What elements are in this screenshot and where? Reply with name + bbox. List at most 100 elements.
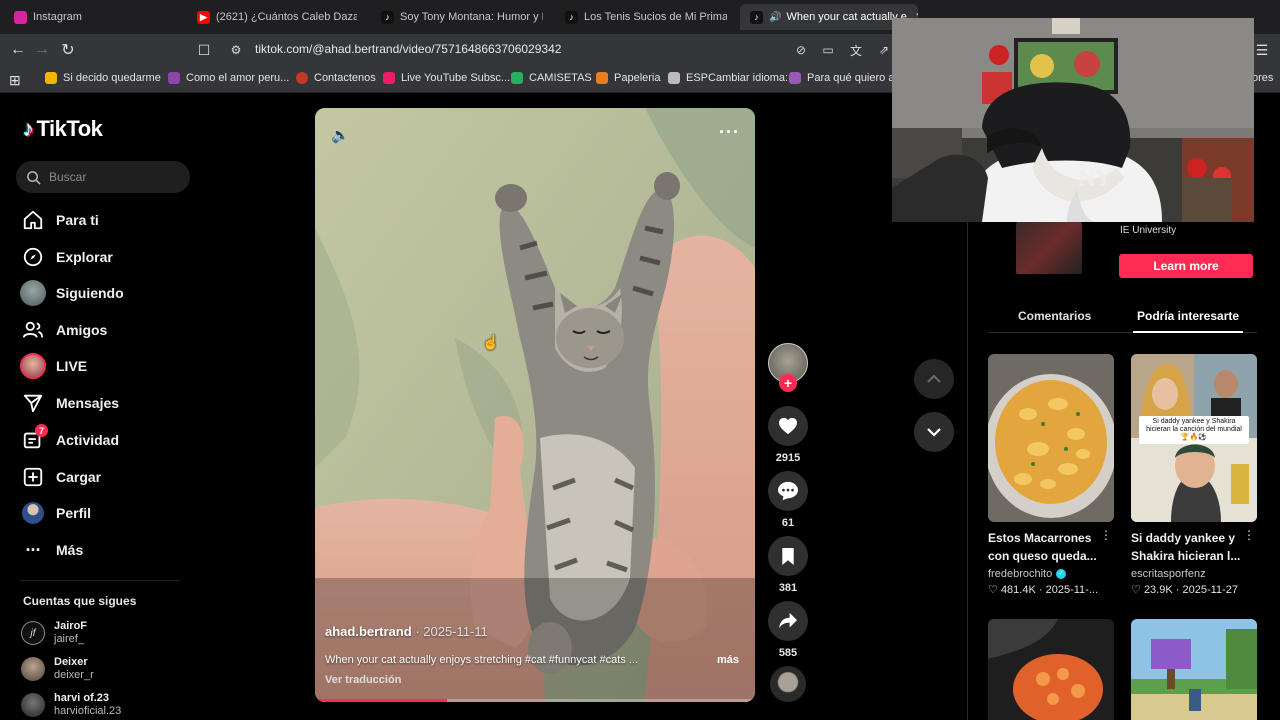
caption-more-button[interactable]: más — [717, 654, 739, 666]
translate-button[interactable]: Ver traducción — [325, 674, 401, 686]
home-icon — [20, 207, 46, 233]
apps-grid-icon[interactable]: ⊞ — [9, 72, 21, 89]
tab-podria-interesarte[interactable]: Podría interesarte — [1137, 309, 1239, 323]
share-button[interactable]: 585 — [768, 601, 808, 659]
bookmark-label: Contactenos — [314, 72, 376, 84]
reload-icon[interactable]: ↻ — [58, 40, 78, 60]
nav-explorar[interactable]: Explorar — [20, 243, 113, 271]
bookmark-favicon — [511, 72, 523, 84]
following-account[interactable]: harvi of.23 harvioficial.23 — [21, 692, 121, 718]
bookmark-item[interactable]: ESPCambiar idioma: — [668, 72, 788, 84]
video-caption: When your cat actually enjoys stretching… — [325, 654, 639, 666]
more-options-icon[interactable]: ··· — [719, 122, 740, 143]
comment-icon — [768, 471, 808, 511]
video-progress-bar[interactable] — [315, 699, 755, 702]
suggested-video-card[interactable]: Si daddy yankee y Shakira hicieran la ca… — [1131, 354, 1257, 596]
sound-disc-button[interactable] — [768, 666, 808, 702]
address-bar[interactable]: tiktok.com/@ahad.bertrand/video/75716486… — [255, 42, 561, 56]
creator-avatar-button[interactable]: + — [768, 343, 808, 392]
card-options-icon[interactable]: ⋮ — [1100, 528, 1112, 542]
nav-para-ti[interactable]: Para ti — [20, 206, 99, 234]
yankees-cap-logo: NY — [1078, 166, 1111, 190]
nav-mensajes[interactable]: Mensajes — [20, 389, 119, 417]
following-account[interactable]: jf JairoF jairef_ — [21, 620, 87, 646]
bookmark-favicon — [596, 72, 608, 84]
forward-icon[interactable]: → — [32, 40, 52, 60]
back-icon[interactable]: ← — [8, 40, 28, 60]
tiktok-logo[interactable]: ♪ TikTok — [23, 116, 103, 142]
bookmark-item[interactable]: Para qué quiero asp — [789, 72, 906, 84]
search-input[interactable]: Buscar — [16, 161, 190, 193]
bookmark-item[interactable]: Live YouTube Subsc... — [383, 72, 510, 84]
previous-video-button[interactable] — [914, 359, 954, 399]
heart-outline-icon: ♡ — [988, 584, 998, 596]
suggested-video-thumbnail[interactable] — [988, 619, 1114, 720]
save-button[interactable]: 381 — [768, 536, 808, 594]
nav-siguiendo[interactable]: Siguiendo — [20, 279, 124, 307]
instagram-icon — [14, 10, 27, 24]
tab-label: (2621) ¿Cuántos Caleb Daza de — [216, 11, 357, 23]
tab-active-indicator — [1133, 331, 1243, 333]
video-player[interactable]: 🔈 ··· ☝ ahad.bertrand · 2025-11-11 When … — [315, 108, 755, 702]
bookmark-item[interactable]: Como el amor peru... — [168, 72, 289, 84]
like-count: 2915 — [775, 452, 801, 464]
tab-tiktok-1[interactable]: ♪ Soy Tony Montana: Humor y Pe — [381, 4, 543, 30]
follow-plus-icon[interactable]: + — [779, 374, 797, 392]
account-name: harvi of.23 — [54, 692, 110, 704]
profile-avatar — [20, 500, 46, 526]
search-placeholder: Buscar — [49, 170, 87, 184]
nav-cargar[interactable]: Cargar — [20, 463, 101, 491]
bookmark-favicon — [383, 72, 395, 84]
like-button[interactable]: 2915 — [768, 406, 808, 464]
tab-youtube[interactable]: ▶ (2621) ¿Cuántos Caleb Daza de — [197, 4, 357, 30]
ad-organization: IE University — [1120, 225, 1177, 236]
bookmark-icon[interactable]: ☐ — [194, 40, 214, 60]
mouse-cursor-icon: ☝ — [482, 334, 500, 350]
nav-actividad[interactable]: 7 Actividad — [20, 424, 119, 454]
send-icon — [20, 390, 46, 416]
no-tracking-icon[interactable]: ⊘ — [791, 40, 811, 60]
suggested-video-card[interactable]: ⋮ Estos Macarrones con queso queda... fr… — [988, 354, 1114, 596]
nav-amigos[interactable]: Amigos — [20, 316, 107, 344]
suggested-video-thumbnail[interactable] — [1131, 619, 1257, 720]
account-handle: harvioficial.23 — [54, 705, 122, 717]
bookmark-item[interactable]: CAMISETAS — [511, 72, 592, 84]
card-author[interactable]: fredebrochito ✓ — [988, 568, 1114, 580]
tab-tiktok-2[interactable]: ♪ Los Tenis Sucios de Mi Prima y c — [565, 4, 727, 30]
card-author[interactable]: escritasporfenz — [1131, 568, 1257, 580]
card-likes: 23.9K — [1143, 584, 1173, 596]
site-settings-icon[interactable]: ⚙ — [226, 40, 246, 60]
cast-icon[interactable]: ▭ — [818, 40, 838, 60]
webcam-overlay: NY — [892, 18, 1254, 222]
volume-icon[interactable]: 🔈 — [331, 126, 350, 144]
nav-mas[interactable]: ··· Más — [20, 536, 84, 564]
bookmark-item[interactable]: Si decido quedarme — [45, 72, 161, 84]
tab-instagram[interactable]: Instagram — [14, 4, 184, 30]
bookmark-item[interactable]: Papeleria — [596, 72, 660, 84]
nav-label: Más — [56, 542, 84, 558]
comment-button[interactable]: 61 — [768, 471, 808, 529]
nav-label: Amigos — [56, 322, 108, 338]
tab-comentarios[interactable]: Comentarios — [1018, 309, 1091, 323]
menu-icon[interactable]: ☰ — [1252, 40, 1272, 60]
translate-icon[interactable]: 文 — [846, 40, 866, 60]
nav-label: Cargar — [56, 469, 102, 485]
tab-label: Soy Tony Montana: Humor y Pe — [400, 11, 543, 23]
heart-outline-icon: ♡ — [1131, 584, 1141, 596]
learn-more-button[interactable]: Learn more — [1119, 254, 1253, 278]
sidebar-divider — [20, 580, 180, 581]
nav-perfil[interactable]: Perfil — [20, 499, 91, 527]
bookmark-favicon — [789, 72, 801, 84]
next-video-button[interactable] — [914, 412, 954, 452]
share-icon[interactable]: ⇗ — [874, 40, 894, 60]
following-account[interactable]: Deixer deixer_r — [21, 656, 94, 682]
bookmark-item[interactable]: ores — [1252, 72, 1273, 84]
ad-thumbnail[interactable] — [1016, 222, 1082, 274]
card-options-icon[interactable]: ⋮ — [1243, 528, 1255, 542]
inbox-icon: 7 — [20, 424, 48, 453]
card-title: Estos Macarrones con queso queda... — [988, 531, 1097, 563]
video-author[interactable]: ahad.bertrand · 2025-11-11 — [325, 624, 488, 639]
nav-live[interactable]: LIVE — [20, 352, 87, 380]
card-title: Si daddy yankee y Shakira hicieran l... — [1131, 531, 1241, 563]
bookmark-item[interactable]: Contactenos — [296, 72, 376, 84]
